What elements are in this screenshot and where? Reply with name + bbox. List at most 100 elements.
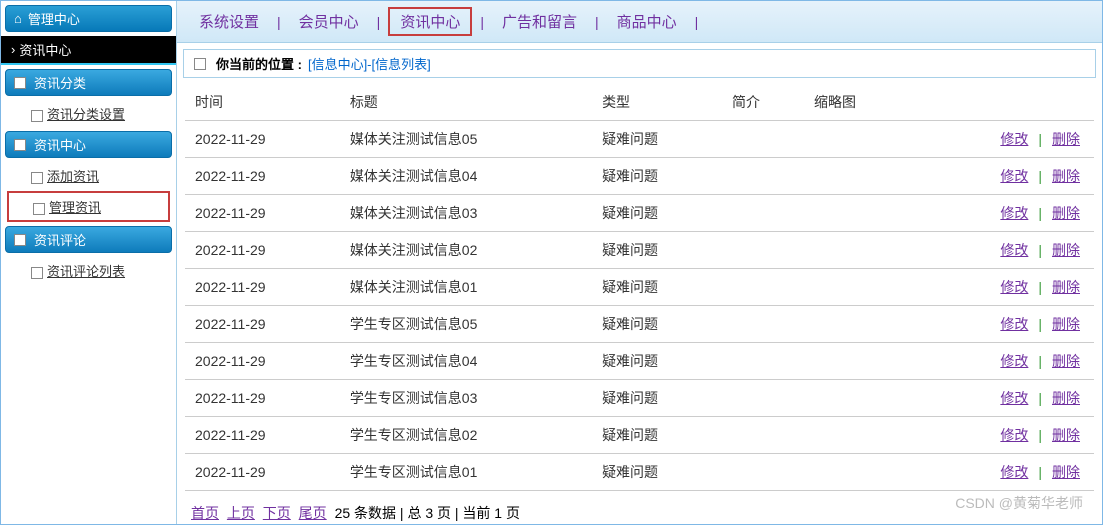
- cell-actions: 修改|删除: [910, 343, 1094, 380]
- page-summary: 25 条数据 | 总 3 页 | 当前 1 页: [335, 505, 520, 521]
- breadcrumb-path: [信息中心]-[信息列表]: [308, 54, 431, 73]
- edit-link[interactable]: 修改: [996, 131, 1032, 147]
- cell-thumb: [804, 121, 910, 158]
- sidebar-item-link[interactable]: 管理资讯: [49, 200, 101, 215]
- sidebar-item[interactable]: 资讯评论列表: [7, 257, 170, 284]
- cell-type: 疑难问题: [592, 343, 722, 380]
- delete-link[interactable]: 删除: [1048, 390, 1084, 406]
- cell-summary: [722, 380, 804, 417]
- doc-icon: [31, 172, 43, 184]
- cell-summary: [722, 232, 804, 269]
- section-header[interactable]: 资讯中心: [5, 131, 172, 158]
- cell-title: 媒体关注测试信息01: [340, 269, 592, 306]
- admin-center-header[interactable]: ⌂ 管理中心: [5, 5, 172, 32]
- doc-icon: [14, 234, 26, 246]
- topnav-item[interactable]: 系统设置: [189, 9, 269, 34]
- edit-link[interactable]: 修改: [996, 353, 1032, 369]
- cell-title: 学生专区测试信息03: [340, 380, 592, 417]
- cell-actions: 修改|删除: [910, 306, 1094, 343]
- action-sep: |: [1032, 390, 1048, 406]
- content-area: 时间标题类型简介缩略图 2022-11-29媒体关注测试信息05疑难问题修改|删…: [177, 84, 1102, 524]
- doc-icon: [14, 139, 26, 151]
- col-header: 类型: [592, 84, 722, 121]
- table-row: 2022-11-29媒体关注测试信息01疑难问题 修改|删除: [185, 269, 1094, 306]
- action-sep: |: [1032, 316, 1048, 332]
- sidebar-item-link[interactable]: 资讯评论列表: [47, 264, 125, 279]
- col-header: 缩略图: [804, 84, 910, 121]
- cell-type: 疑难问题: [592, 269, 722, 306]
- cell-actions: 修改|删除: [910, 380, 1094, 417]
- cell-actions: 修改|删除: [910, 195, 1094, 232]
- section-header[interactable]: 资讯分类: [5, 69, 172, 96]
- delete-link[interactable]: 删除: [1048, 316, 1084, 332]
- delete-link[interactable]: 删除: [1048, 427, 1084, 443]
- sidebar-item-link[interactable]: 资讯分类设置: [47, 107, 125, 122]
- cell-thumb: [804, 306, 910, 343]
- col-header: 简介: [722, 84, 804, 121]
- edit-link[interactable]: 修改: [996, 205, 1032, 221]
- cell-title: 学生专区测试信息04: [340, 343, 592, 380]
- pagination: 首页 上页 下页 尾页 25 条数据 | 总 3 页 | 当前 1 页: [185, 491, 1094, 524]
- edit-link[interactable]: 修改: [996, 427, 1032, 443]
- page-icon: [194, 58, 206, 70]
- cell-actions: 修改|删除: [910, 269, 1094, 306]
- cell-thumb: [804, 380, 910, 417]
- cell-summary: [722, 269, 804, 306]
- page-next[interactable]: 下页: [263, 505, 291, 521]
- page-last[interactable]: 尾页: [299, 505, 327, 521]
- topnav-sep: |: [273, 14, 285, 30]
- topnav-item[interactable]: 商品中心: [607, 9, 687, 34]
- cell-actions: 修改|删除: [910, 417, 1094, 454]
- action-sep: |: [1032, 464, 1048, 480]
- delete-link[interactable]: 删除: [1048, 279, 1084, 295]
- table-row: 2022-11-29媒体关注测试信息03疑难问题修改|删除: [185, 195, 1094, 232]
- cell-thumb: [804, 417, 910, 454]
- cell-thumb: [804, 158, 910, 195]
- edit-link[interactable]: 修改: [996, 242, 1032, 258]
- topnav-item[interactable]: 资讯中心: [388, 7, 472, 36]
- sidebar-item[interactable]: 管理资讯: [7, 191, 170, 222]
- topnav-item[interactable]: 会员中心: [289, 9, 369, 34]
- section-label: 资讯中心: [34, 135, 86, 154]
- sidebar-item[interactable]: 添加资讯: [7, 162, 170, 189]
- delete-link[interactable]: 删除: [1048, 168, 1084, 184]
- action-sep: |: [1032, 427, 1048, 443]
- delete-link[interactable]: 删除: [1048, 242, 1084, 258]
- cell-title: 媒体关注测试信息03: [340, 195, 592, 232]
- cell-type: 疑难问题: [592, 158, 722, 195]
- doc-icon: [14, 77, 26, 89]
- cell-thumb: [804, 454, 910, 491]
- edit-link[interactable]: 修改: [996, 168, 1032, 184]
- cell-time: 2022-11-29: [185, 343, 340, 380]
- cell-time: 2022-11-29: [185, 269, 340, 306]
- edit-link[interactable]: 修改: [996, 464, 1032, 480]
- action-sep: |: [1032, 168, 1048, 184]
- delete-link[interactable]: 删除: [1048, 464, 1084, 480]
- topnav-item[interactable]: 广告和留言: [492, 9, 587, 34]
- section-header[interactable]: 资讯评论: [5, 226, 172, 253]
- page-prev[interactable]: 上页: [227, 505, 255, 521]
- edit-link[interactable]: 修改: [996, 316, 1032, 332]
- cell-type: 疑难问题: [592, 232, 722, 269]
- delete-link[interactable]: 删除: [1048, 353, 1084, 369]
- main-area: 系统设置|会员中心|资讯中心|广告和留言|商品中心| 你当前的位置 : [信息中…: [177, 1, 1102, 524]
- page-first[interactable]: 首页: [191, 505, 219, 521]
- table-row: 2022-11-29媒体关注测试信息04疑难问题修改|删除: [185, 158, 1094, 195]
- cell-type: 疑难问题: [592, 306, 722, 343]
- home-icon: ⌂: [14, 11, 22, 26]
- cell-actions: 修改|删除: [910, 232, 1094, 269]
- cell-title: 媒体关注测试信息02: [340, 232, 592, 269]
- edit-link[interactable]: 修改: [996, 390, 1032, 406]
- sidebar-item-link[interactable]: 添加资讯: [47, 169, 99, 184]
- action-sep: |: [1032, 353, 1048, 369]
- delete-link[interactable]: 删除: [1048, 131, 1084, 147]
- delete-link[interactable]: 删除: [1048, 205, 1084, 221]
- cell-actions: 修改|删除: [910, 454, 1094, 491]
- table-row: 2022-11-29学生专区测试信息02疑难问题修改|删除: [185, 417, 1094, 454]
- table-row: 2022-11-29学生专区测试信息03疑难问题修改|删除: [185, 380, 1094, 417]
- cell-summary: [722, 306, 804, 343]
- edit-link[interactable]: 修改: [996, 279, 1032, 295]
- sidebar-item[interactable]: 资讯分类设置: [7, 100, 170, 127]
- admin-center-label: 管理中心: [28, 9, 80, 28]
- cell-time: 2022-11-29: [185, 454, 340, 491]
